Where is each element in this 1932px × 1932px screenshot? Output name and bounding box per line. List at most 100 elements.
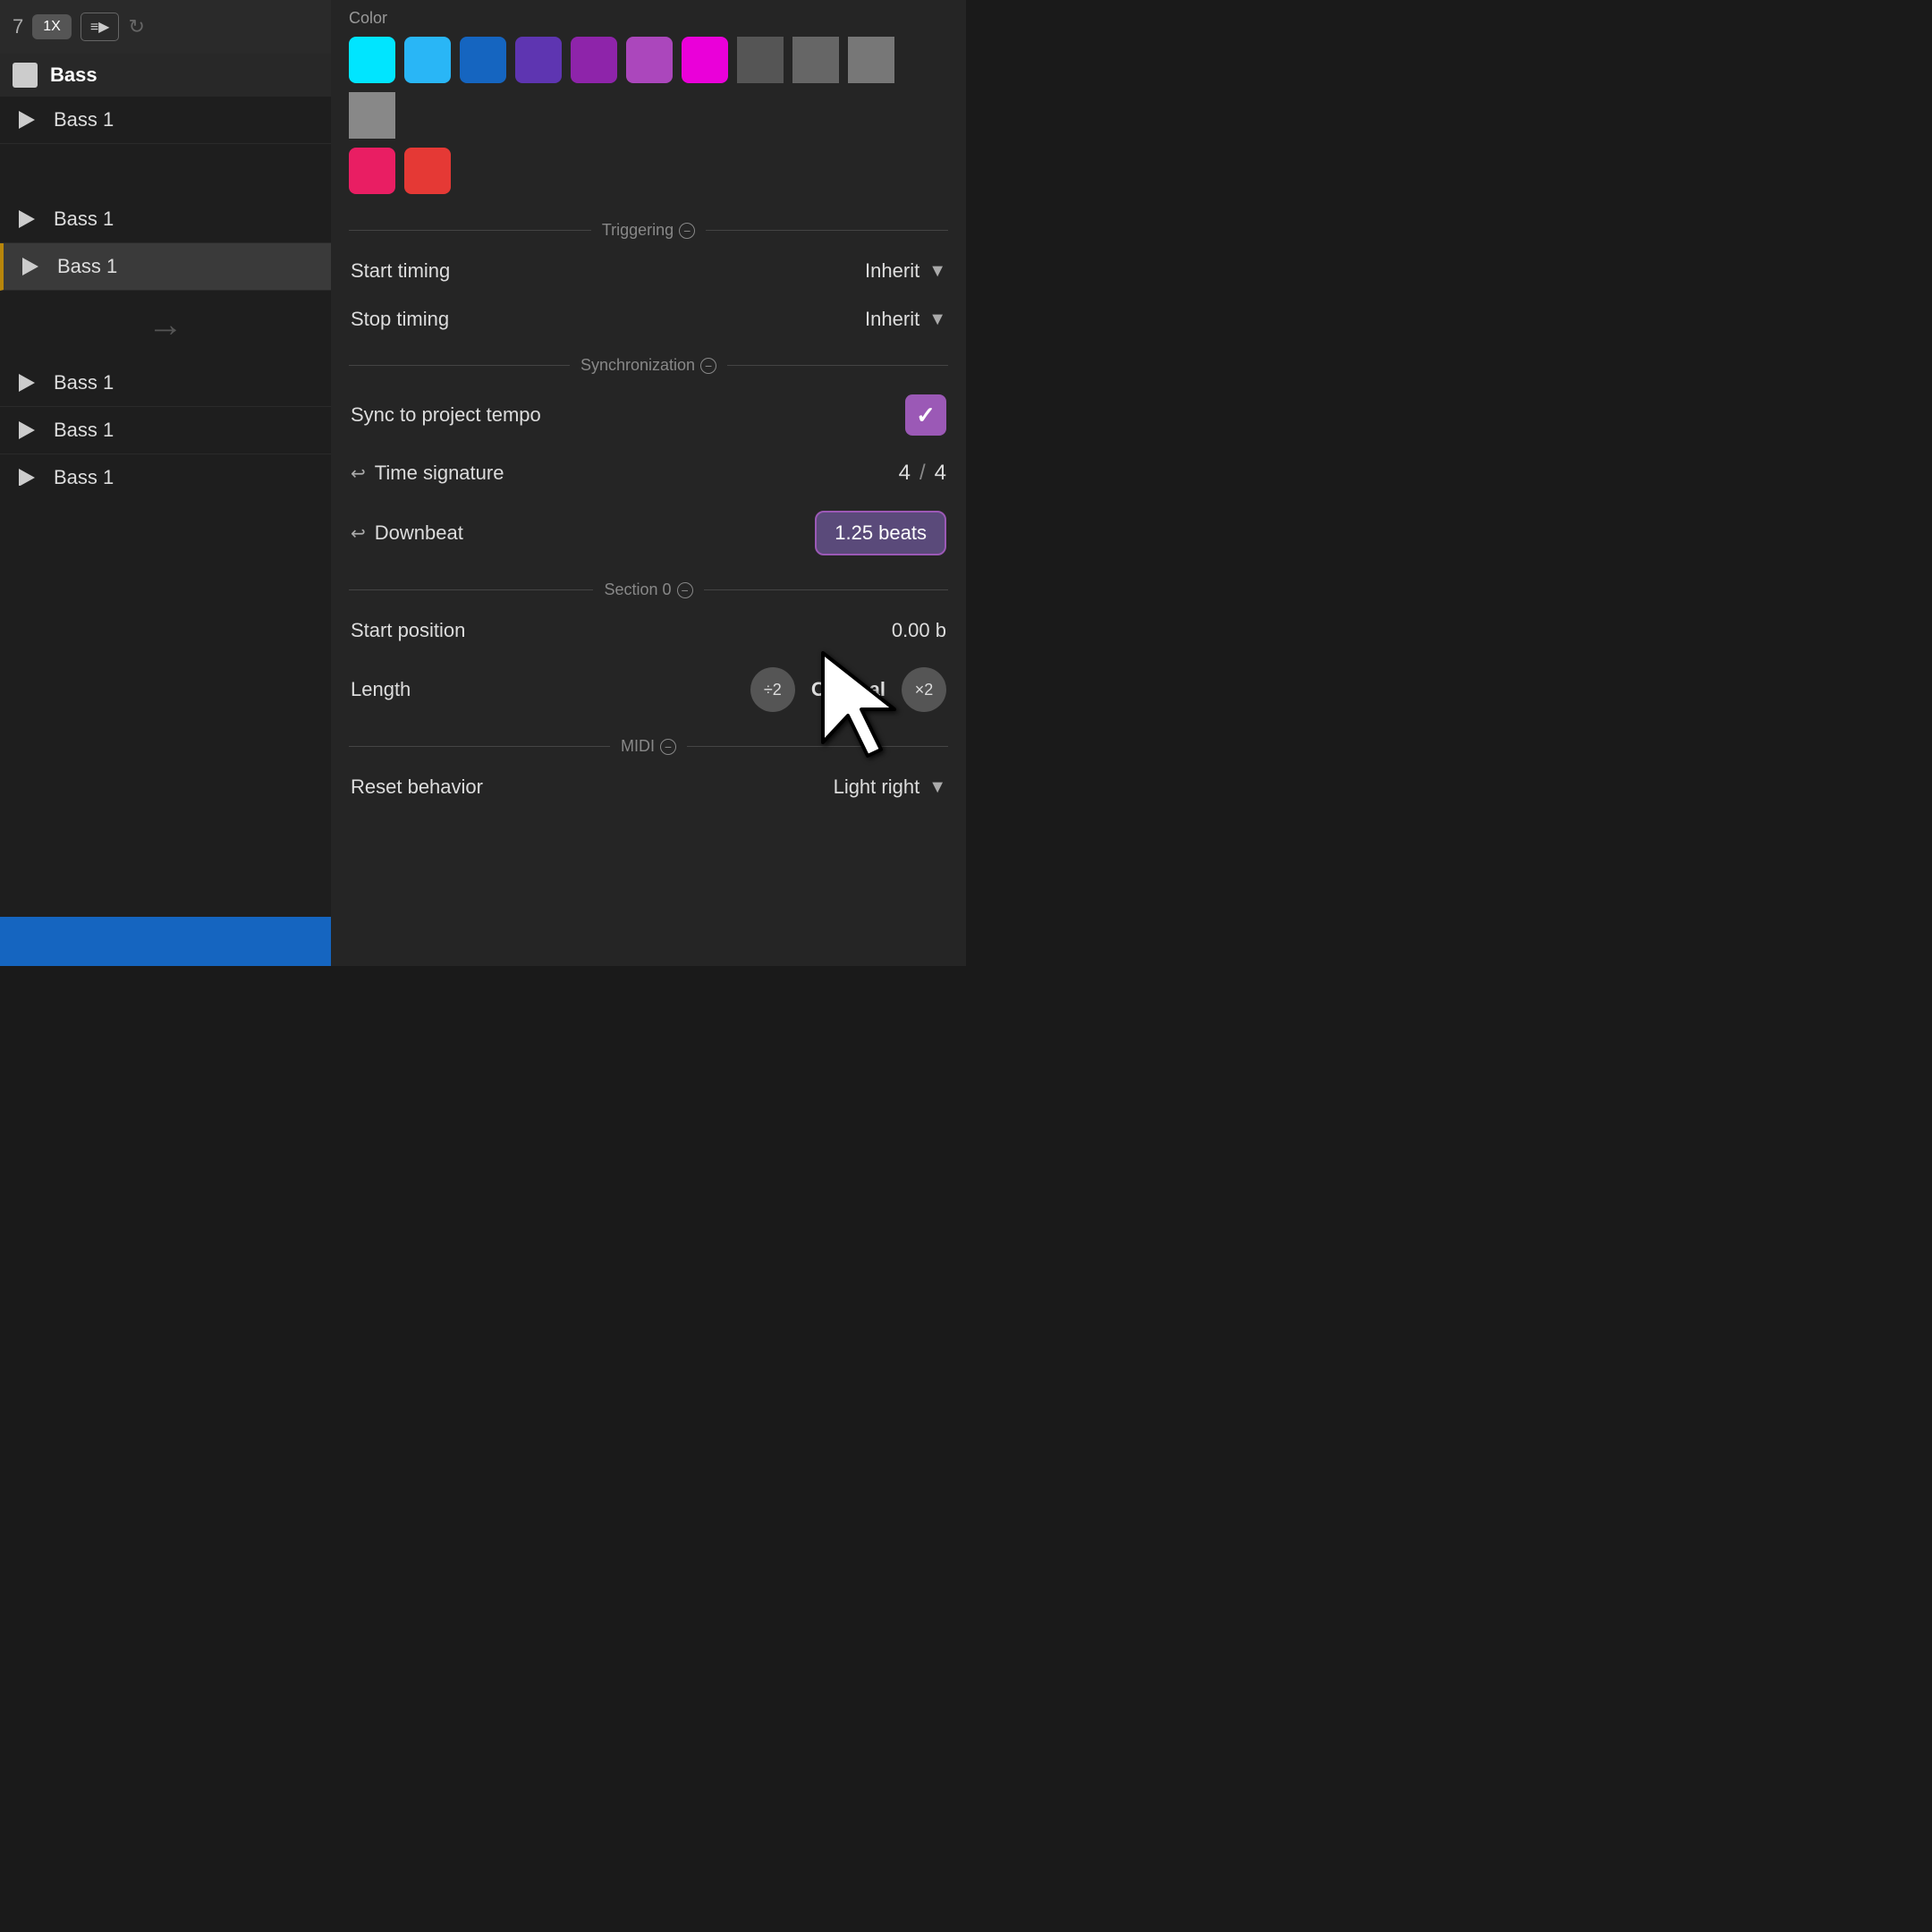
stop-timing-row: Stop timing Inherit ▼ bbox=[331, 295, 966, 343]
triggering-divider: Triggering − bbox=[331, 221, 966, 240]
sync-tempo-row: Sync to project tempo ✓ bbox=[331, 382, 966, 448]
length-row: Length ÷2 Original ×2 bbox=[331, 655, 966, 724]
downbeat-label: Downbeat bbox=[375, 521, 463, 545]
divider-line bbox=[706, 230, 948, 231]
play-triangle-icon bbox=[19, 111, 35, 129]
track-item[interactable]: Bass 1 bbox=[0, 360, 331, 407]
divider-line bbox=[687, 746, 948, 747]
track-item[interactable]: Bass 1 bbox=[0, 407, 331, 454]
top-bar: 7 1X ≡▶ ↻ bbox=[0, 0, 331, 54]
midi-divider: MIDI − bbox=[331, 737, 966, 756]
divider-line bbox=[349, 365, 570, 366]
collapse-button[interactable]: − bbox=[700, 358, 716, 374]
section0-divider: Section 0 − bbox=[331, 580, 966, 599]
length-multiply-button[interactable]: ×2 bbox=[902, 667, 946, 712]
stop-timing-label: Stop timing bbox=[351, 308, 449, 331]
color-swatch-gray[interactable] bbox=[792, 37, 839, 83]
group-label: Bass bbox=[50, 64, 97, 87]
color-swatch[interactable] bbox=[460, 37, 506, 83]
midi-section-label: MIDI − bbox=[621, 737, 676, 756]
track-list: Bass Bass 1 Bass 1 bbox=[0, 54, 331, 486]
time-sig-numerator: 4 bbox=[899, 461, 911, 486]
arrow-row: → bbox=[0, 291, 331, 360]
synchronization-section-label: Synchronization − bbox=[580, 356, 716, 375]
play-triangle-icon bbox=[19, 374, 35, 392]
play-button[interactable] bbox=[13, 205, 41, 233]
sync-arrow-icon: ↩ bbox=[351, 462, 366, 485]
length-divide-button[interactable]: ÷2 bbox=[750, 667, 795, 712]
start-position-label: Start position bbox=[351, 619, 465, 642]
chevron-down-icon: ▼ bbox=[928, 261, 946, 282]
color-label: Color bbox=[349, 9, 948, 28]
color-swatch[interactable] bbox=[349, 37, 395, 83]
color-swatch[interactable] bbox=[349, 148, 395, 194]
play-button[interactable] bbox=[13, 463, 41, 486]
triggering-section-label: Triggering − bbox=[602, 221, 695, 240]
divider-line bbox=[704, 589, 948, 590]
play-button[interactable] bbox=[13, 106, 41, 134]
play-button[interactable] bbox=[13, 369, 41, 397]
track-item[interactable]: Bass 1 bbox=[0, 97, 331, 144]
collapse-button[interactable]: − bbox=[679, 223, 695, 239]
bottom-spacer bbox=[0, 486, 331, 918]
play-triangle-icon bbox=[19, 469, 35, 486]
start-position-row: Start position 0.00 b bbox=[331, 606, 966, 655]
color-swatch[interactable] bbox=[571, 37, 617, 83]
downbeat-row: ↩ Downbeat 1.25 beats bbox=[331, 498, 966, 568]
right-panel: Color Tr bbox=[331, 0, 966, 966]
sync-tempo-checkbox[interactable]: ✓ bbox=[905, 394, 946, 436]
color-swatch[interactable] bbox=[515, 37, 562, 83]
downbeat-value[interactable]: 1.25 beats bbox=[815, 511, 946, 555]
time-sig-label: Time signature bbox=[375, 462, 504, 485]
color-swatch-gray[interactable] bbox=[848, 37, 894, 83]
collapse-button[interactable]: − bbox=[677, 582, 693, 598]
length-label: Length bbox=[351, 678, 411, 701]
stop-timing-dropdown[interactable]: Inherit ▼ bbox=[865, 308, 946, 331]
color-section: Color bbox=[331, 0, 966, 208]
length-controls: ÷2 Original ×2 bbox=[750, 667, 946, 712]
track-item[interactable]: Bass 1 bbox=[0, 196, 331, 243]
track-item-active[interactable]: Bass 1 bbox=[0, 243, 331, 291]
reset-behavior-dropdown[interactable]: Light right ▼ bbox=[834, 775, 946, 799]
start-position-value[interactable]: 0.00 b bbox=[892, 619, 946, 642]
color-row-1 bbox=[349, 37, 948, 139]
time-signature-value[interactable]: 4 / 4 bbox=[899, 461, 946, 486]
color-swatch[interactable] bbox=[404, 37, 451, 83]
list-button[interactable]: ≡▶ bbox=[80, 13, 120, 41]
start-timing-dropdown[interactable]: Inherit ▼ bbox=[865, 259, 946, 283]
track-group-bass[interactable]: Bass bbox=[0, 54, 331, 97]
color-row-2 bbox=[349, 148, 948, 194]
play-button[interactable] bbox=[13, 416, 41, 445]
reset-behavior-label: Reset behavior bbox=[351, 775, 483, 799]
1x-button[interactable]: 1X bbox=[32, 14, 72, 39]
arrow-right-icon: → bbox=[148, 305, 183, 345]
play-button[interactable] bbox=[16, 252, 45, 281]
section0-label: Section 0 − bbox=[604, 580, 692, 599]
time-sig-slash: / bbox=[919, 461, 926, 486]
downbeat-label-group: ↩ Downbeat bbox=[351, 521, 463, 545]
bottom-blue-bar bbox=[0, 917, 331, 966]
color-swatch[interactable] bbox=[404, 148, 451, 194]
collapse-button[interactable]: − bbox=[660, 739, 676, 755]
start-timing-label: Start timing bbox=[351, 259, 450, 283]
track-number: 7 bbox=[13, 15, 23, 38]
divider-line bbox=[349, 746, 610, 747]
track-label: Bass 1 bbox=[54, 108, 114, 131]
sync-arrow-icon: ↩ bbox=[351, 522, 366, 545]
color-swatch[interactable] bbox=[682, 37, 728, 83]
color-swatch-gray[interactable] bbox=[349, 92, 395, 139]
reset-behavior-row: Reset behavior Light right ▼ bbox=[331, 763, 966, 811]
divider-line bbox=[349, 589, 593, 590]
left-panel: 7 1X ≡▶ ↻ Bass Bass 1 bbox=[0, 0, 331, 966]
redo-button[interactable]: ↻ bbox=[128, 15, 144, 38]
empty-row bbox=[0, 144, 331, 196]
color-swatch-gray[interactable] bbox=[737, 37, 784, 83]
group-color-square bbox=[13, 63, 38, 88]
chevron-down-icon: ▼ bbox=[928, 309, 946, 330]
track-item[interactable]: Bass 1 bbox=[0, 454, 331, 486]
track-label: Bass 1 bbox=[57, 255, 117, 278]
play-triangle-icon bbox=[19, 210, 35, 228]
color-swatch[interactable] bbox=[626, 37, 673, 83]
divider-line bbox=[349, 230, 591, 231]
length-value: Original bbox=[811, 678, 886, 701]
